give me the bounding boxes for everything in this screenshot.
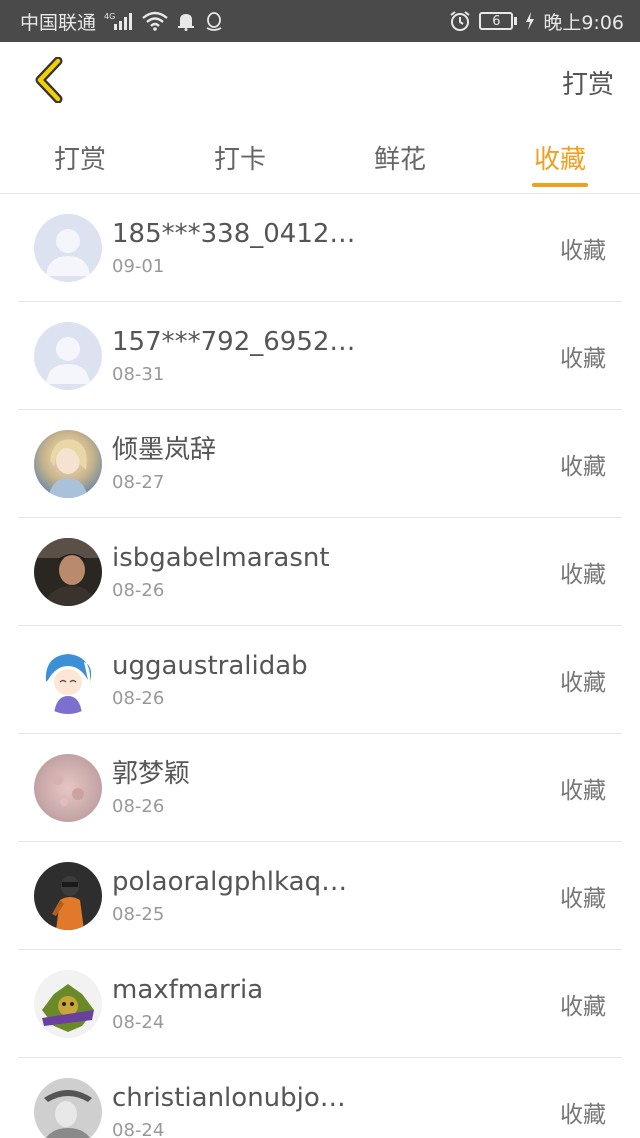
back-button[interactable] xyxy=(26,54,70,110)
item-text: isbgabelmarasnt 08-26 xyxy=(112,542,548,601)
status-left: 中国联通 4G xyxy=(20,8,224,35)
tab-favorites-label: 收藏 xyxy=(533,145,586,175)
tab-flowers-label: 鲜花 xyxy=(373,145,426,175)
item-text: 185***338_04128… 09-01 xyxy=(112,218,548,277)
list-item[interactable]: 185***338_04128… 09-01 收藏 xyxy=(18,194,622,302)
list-item[interactable]: uggaustralidab 08-26 收藏 xyxy=(18,626,622,734)
record-type: 收藏 xyxy=(560,669,606,696)
notification-icon xyxy=(176,10,196,32)
record-type: 收藏 xyxy=(560,453,606,480)
list-item[interactable]: 倾墨岚辞 08-27 收藏 xyxy=(18,410,622,518)
clock-time: 晚上9:06 xyxy=(543,11,624,34)
wifi-icon xyxy=(142,10,168,32)
list-item[interactable]: isbgabelmarasnt 08-26 收藏 xyxy=(18,518,622,626)
alarm-icon xyxy=(449,10,471,32)
record-date: 08-27 xyxy=(112,472,165,493)
reward-action-button[interactable]: 打赏 xyxy=(552,56,614,109)
charging-icon xyxy=(525,10,535,32)
record-date: 08-31 xyxy=(112,364,165,385)
record-date: 09-01 xyxy=(112,256,165,277)
active-tab-indicator xyxy=(532,183,588,187)
network-type-label: 4G xyxy=(104,12,115,21)
record-type: 收藏 xyxy=(560,1101,606,1128)
list-item[interactable]: 157***792_69528… 08-31 收藏 xyxy=(18,302,622,410)
list-item[interactable]: polaoralgphlkaqur… 08-25 收藏 xyxy=(18,842,622,950)
record-date: 08-24 xyxy=(112,1120,165,1138)
battery-level: 6 xyxy=(479,12,514,30)
record-type: 收藏 xyxy=(560,561,606,588)
user-avatar xyxy=(34,537,102,606)
user-avatar xyxy=(34,645,102,714)
user-name: 185***338_04128… xyxy=(112,219,360,249)
tab-flowers[interactable]: 鲜花 xyxy=(320,122,480,193)
record-date: 08-26 xyxy=(112,688,165,709)
chevron-left-icon xyxy=(32,56,64,107)
user-name: 157***792_69528… xyxy=(112,327,360,357)
qq-icon xyxy=(204,10,224,32)
record-date: 08-26 xyxy=(112,580,165,601)
tab-bar: 打赏 打卡 鲜花 收藏 xyxy=(0,122,640,194)
status-right: 6 晚上9:06 xyxy=(449,8,624,35)
record-type: 收藏 xyxy=(560,345,606,372)
record-type: 收藏 xyxy=(560,885,606,912)
battery-icon: 6 xyxy=(479,12,518,30)
default-avatar-icon xyxy=(34,321,102,390)
record-type: 收藏 xyxy=(560,993,606,1020)
signal-icon: 4G xyxy=(104,10,134,32)
user-name: maxfmarria xyxy=(112,975,264,1005)
tab-reward-label: 打赏 xyxy=(53,145,106,175)
list-item[interactable]: 郭梦颖 08-26 收藏 xyxy=(18,734,622,842)
carrier-label: 中国联通 xyxy=(20,11,97,34)
item-text: 157***792_69528… 08-31 xyxy=(112,326,548,385)
tab-favorites[interactable]: 收藏 xyxy=(480,122,640,193)
item-text: 倾墨岚辞 08-27 xyxy=(112,434,548,493)
record-date: 08-24 xyxy=(112,1012,165,1033)
item-text: maxfmarria 08-24 xyxy=(112,974,548,1033)
app-header: 打赏 xyxy=(0,42,640,122)
default-avatar-icon xyxy=(34,213,102,282)
user-avatar xyxy=(34,969,102,1038)
user-avatar xyxy=(34,1077,102,1138)
user-avatar xyxy=(34,753,102,822)
user-name: polaoralgphlkaqur… xyxy=(112,867,360,897)
tab-checkin-label: 打卡 xyxy=(213,145,266,175)
item-text: christianlonubjout… 08-24 xyxy=(112,1082,548,1138)
record-type: 收藏 xyxy=(560,237,606,264)
record-date: 08-26 xyxy=(112,796,165,817)
user-name: 郭梦颖 xyxy=(112,759,191,789)
list-item[interactable]: maxfmarria 08-24 收藏 xyxy=(18,950,622,1058)
tab-reward[interactable]: 打赏 xyxy=(0,122,160,193)
user-avatar xyxy=(34,861,102,930)
record-list: 185***338_04128… 09-01 收藏 157***792_6952… xyxy=(0,194,640,1138)
user-name: isbgabelmarasnt xyxy=(112,543,330,573)
user-name: 倾墨岚辞 xyxy=(112,435,217,465)
item-text: 郭梦颖 08-26 xyxy=(112,758,548,817)
record-type: 收藏 xyxy=(560,777,606,804)
record-date: 08-25 xyxy=(112,904,165,925)
user-name: uggaustralidab xyxy=(112,651,308,681)
status-bar: 中国联通 4G 6 晚上9:06 xyxy=(0,0,640,42)
user-name: christianlonubjout… xyxy=(112,1083,360,1113)
item-text: uggaustralidab 08-26 xyxy=(112,650,548,709)
list-item[interactable]: christianlonubjout… 08-24 收藏 xyxy=(18,1058,622,1138)
tab-checkin[interactable]: 打卡 xyxy=(160,122,320,193)
user-avatar xyxy=(34,429,102,498)
item-text: polaoralgphlkaqur… 08-25 xyxy=(112,866,548,925)
